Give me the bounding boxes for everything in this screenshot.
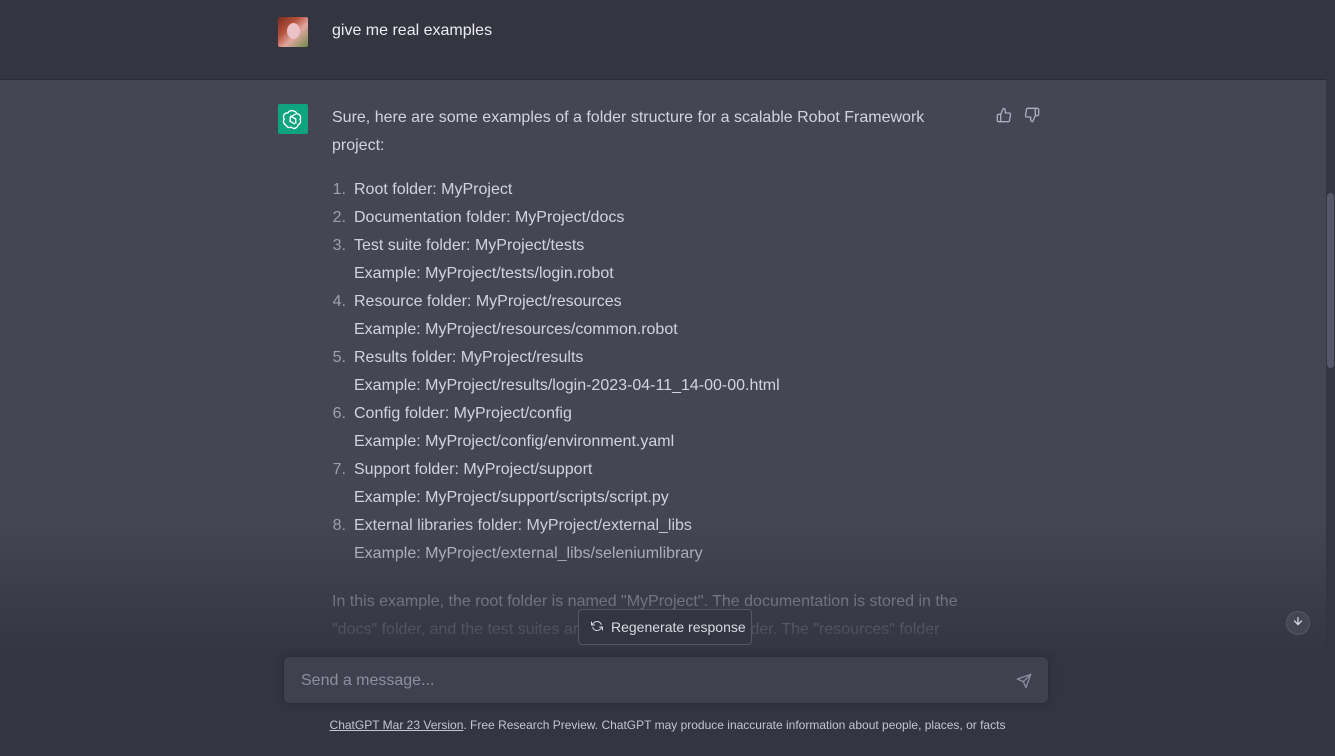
list-item: 2. Documentation folder: MyProject/docs [332,204,972,232]
list-item: 5. Results folder: MyProject/results Examp… [332,344,972,400]
list-item-text: Support folder: MyProject/support [354,461,593,478]
list-item-example: Example: MyProject/external_libs/seleniu… [354,545,703,562]
list-item-number: 3. [332,237,346,254]
list-item-example: Example: MyProject/support/scripts/scrip… [354,489,669,506]
list-item: 7. Support folder: MyProject/support Examp… [332,456,972,512]
send-icon[interactable] [1016,673,1032,689]
list-item-example: Example: MyProject/tests/login.robot [354,265,614,282]
message-composer [283,656,1049,705]
user-message-text: give me real examples [332,22,493,39]
thumbs-down-icon[interactable] [1024,107,1040,123]
assistant-intro: Sure, here are some examples of a folder… [332,109,925,154]
list-item-example: Example: MyProject/results/login-2023-04… [354,377,780,394]
list-item-number: 2. [332,209,346,226]
list-item-number: 1. [332,181,346,198]
user-avatar [278,17,308,47]
footer-disclaimer: ChatGPT Mar 23 Version. Free Research Pr… [0,718,1335,732]
list-item-number: 7. [332,461,346,478]
folder-list: 1. Root folder: MyProject 2. Documentation … [332,176,972,568]
list-item-text: Resource folder: MyProject/resources [354,293,622,310]
arrow-down-icon [1292,614,1304,632]
version-link[interactable]: ChatGPT Mar 23 Version [330,718,464,732]
disclaimer-text: . Free Research Preview. ChatGPT may pro… [463,718,1006,732]
scroll-to-bottom-button[interactable] [1286,611,1310,635]
list-item-number: 6. [332,405,346,422]
assistant-message-row: Sure, here are some examples of a folder… [0,80,1335,666]
scrollbar-thumb[interactable] [1327,193,1334,368]
openai-logo-icon [278,104,308,134]
thumbs-up-icon[interactable] [996,107,1012,123]
list-item: 6. Config folder: MyProject/config Example… [332,400,972,456]
regenerate-icon [591,619,603,635]
list-item: 1. Root folder: MyProject [332,176,972,204]
regenerate-label: Regenerate response [611,619,746,635]
scrollbar-track[interactable] [1326,0,1335,756]
list-item-number: 5. [332,349,346,366]
list-item-example: Example: MyProject/config/environment.ya… [354,433,675,450]
regenerate-button[interactable]: Regenerate response [578,609,752,645]
assistant-message-content: Sure, here are some examples of a folder… [332,104,972,672]
list-item-text: Root folder: MyProject [354,181,513,198]
list-item-text: External libraries folder: MyProject/ext… [354,517,692,534]
list-item-text: Results folder: MyProject/results [354,349,584,366]
list-item: 4. Resource folder: MyProject/resources Ex… [332,288,972,344]
user-message-row: give me real examples [0,0,1335,80]
list-item-example: Example: MyProject/resources/common.robo… [354,321,678,338]
list-item-text: Config folder: MyProject/config [354,405,572,422]
message-input[interactable] [299,657,1003,705]
list-item-text: Documentation folder: MyProject/docs [354,209,625,226]
list-item-text: Test suite folder: MyProject/tests [354,237,585,254]
list-item-number: 4. [332,293,346,310]
feedback-buttons [996,107,1040,123]
list-item: 8. External libraries folder: MyProject/e… [332,512,972,568]
list-item: 3. Test suite folder: MyProject/tests Exam… [332,232,972,288]
list-item-number: 8. [332,517,346,534]
